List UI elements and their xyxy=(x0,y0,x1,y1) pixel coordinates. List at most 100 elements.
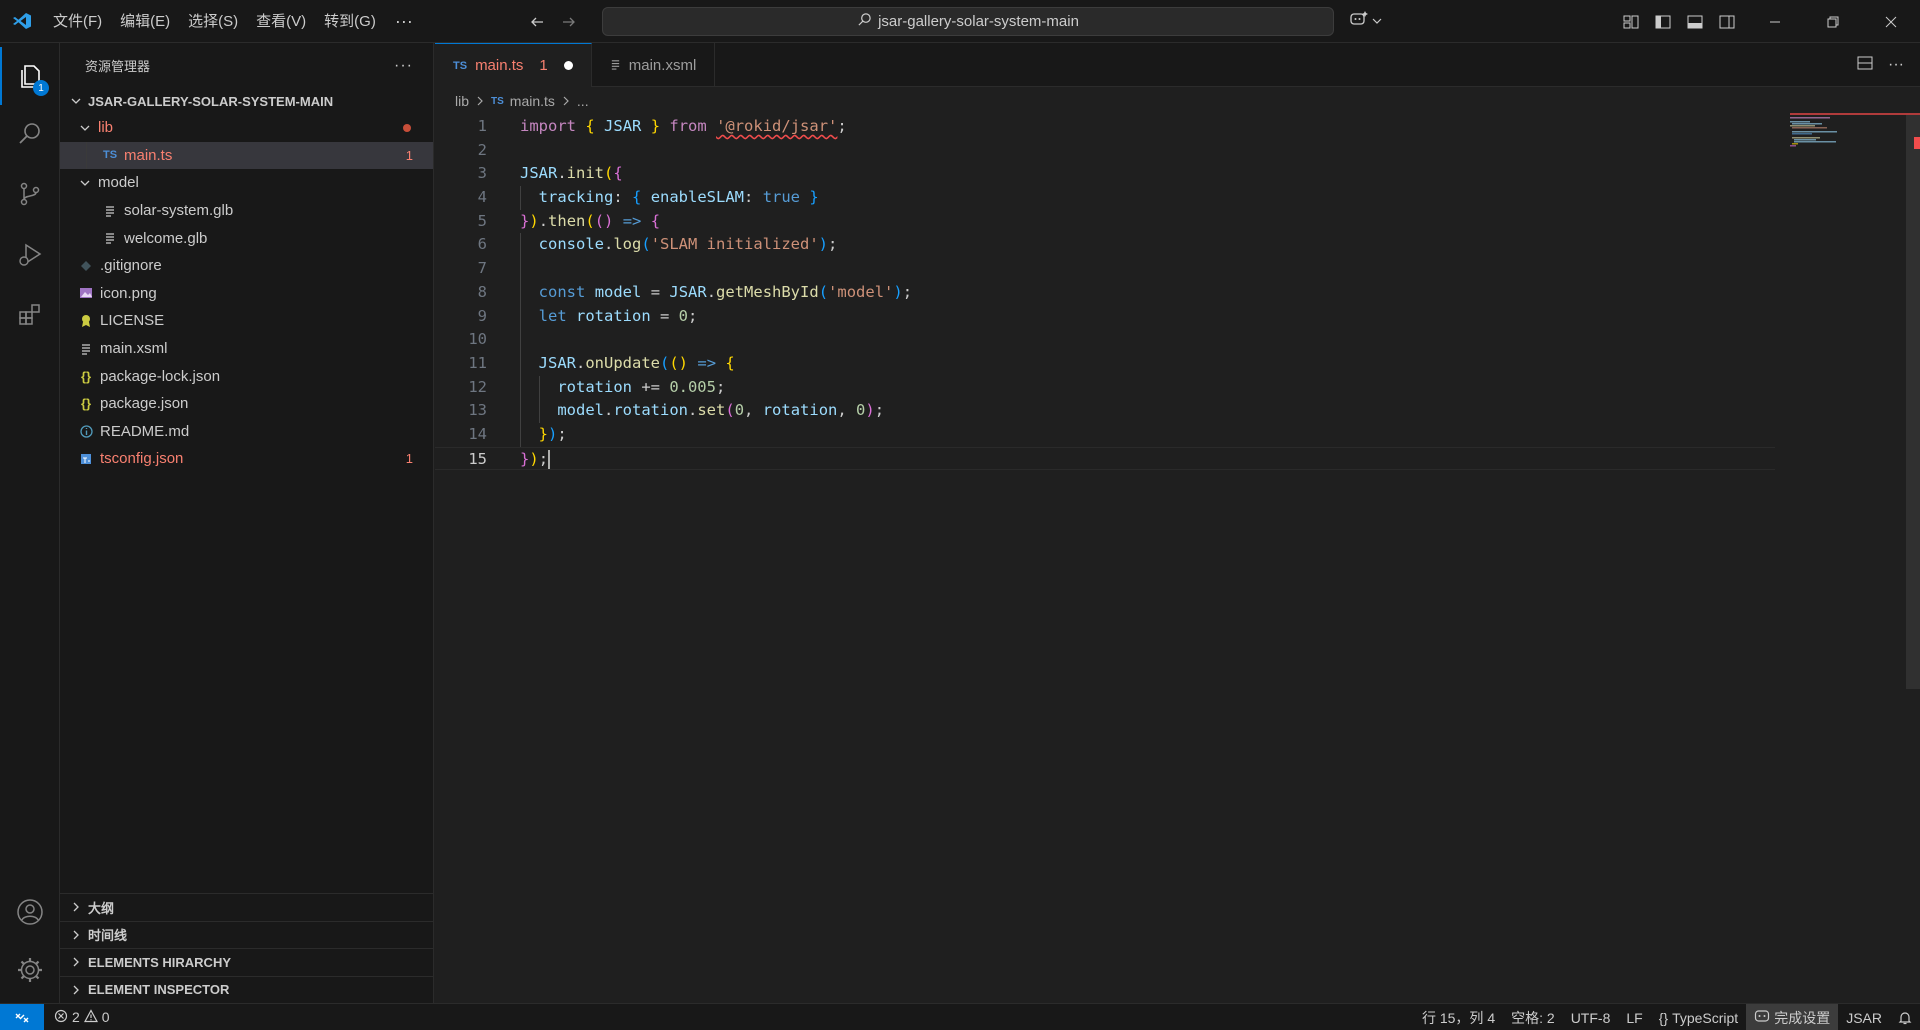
toggle-secondary-sidebar-icon[interactable] xyxy=(1716,11,1738,33)
tree-item-label: model xyxy=(98,174,139,192)
breadcrumb-symbol[interactable]: ... xyxy=(577,93,589,109)
tree-item-lib[interactable]: lib xyxy=(60,114,433,142)
gitignore-icon xyxy=(78,260,94,272)
tree-item-package-json[interactable]: {} package.json xyxy=(60,390,433,418)
typescript-file-icon: TS xyxy=(102,149,118,162)
section-element-inspector[interactable]: ELEMENT INSPECTOR xyxy=(60,975,433,1004)
tree-item-label: .gitignore xyxy=(100,257,162,275)
editor-tabs: TS main.ts 1 main.xsml ··· xyxy=(435,43,1920,87)
scrollbar-error-marker xyxy=(1914,137,1920,149)
toggle-panel-icon[interactable] xyxy=(1684,11,1706,33)
tree-item-package-lock-json[interactable]: {} package-lock.json xyxy=(60,362,433,390)
split-editor-icon[interactable] xyxy=(1856,54,1874,76)
language-label: TypeScript xyxy=(1672,1009,1739,1026)
section-label: ELEMENT INSPECTOR xyxy=(88,982,230,998)
code-line-current: 15}); xyxy=(435,446,1775,471)
indentation[interactable]: 空格: 2 xyxy=(1503,1004,1563,1030)
code-line: 12 rotation += 0.005; xyxy=(435,375,1775,400)
menu-view[interactable]: 查看(V) xyxy=(247,0,315,43)
tab-main-xsml[interactable]: main.xsml xyxy=(592,43,716,87)
tab-main-ts[interactable]: TS main.ts 1 xyxy=(435,43,592,87)
encoding[interactable]: UTF-8 xyxy=(1563,1004,1619,1030)
close-icon[interactable] xyxy=(1862,0,1920,43)
section-outline[interactable]: 大纲 xyxy=(60,893,433,921)
info-icon xyxy=(78,425,94,438)
scrollbar-thumb[interactable] xyxy=(1906,115,1920,689)
explorer-badge: 1 xyxy=(33,80,49,96)
language-mode[interactable]: {} TypeScript xyxy=(1651,1004,1747,1030)
breadcrumb-file[interactable]: main.ts xyxy=(510,93,555,109)
breadcrumb-folder[interactable]: lib xyxy=(455,93,469,109)
line-number: 12 xyxy=(468,377,487,396)
chevron-right-icon xyxy=(66,984,86,996)
line-number: 9 xyxy=(477,306,487,325)
bell-icon[interactable] xyxy=(1890,1004,1920,1030)
tree-item-icon-png[interactable]: icon.png xyxy=(60,280,433,308)
status-bar: 2 0 行 15，列 4 空格: 2 UTF-8 LF {} TypeScrip… xyxy=(0,1003,1920,1030)
activity-bar: 1 xyxy=(0,43,60,1003)
vertical-scrollbar[interactable] xyxy=(1906,115,1920,1003)
copilot-status[interactable]: 完成设置 xyxy=(1746,1004,1839,1030)
menu-file[interactable]: 文件(F) xyxy=(44,0,111,43)
image-icon xyxy=(78,287,94,299)
tree-item-model[interactable]: model xyxy=(60,169,433,197)
workspace-folder-header[interactable]: JSAR-GALLERY-SOLAR-SYSTEM-MAIN xyxy=(60,88,433,114)
section-elements-hierarchy[interactable]: ELEMENTS HIRARCHY xyxy=(60,948,433,976)
gear-icon[interactable] xyxy=(0,941,60,999)
error-icon xyxy=(54,1009,68,1026)
menu-selection[interactable]: 选择(S) xyxy=(179,0,247,43)
search-icon[interactable] xyxy=(0,105,60,163)
menu-go[interactable]: 转到(G) xyxy=(315,0,385,43)
command-center-search[interactable]: jsar-gallery-solar-system-main xyxy=(602,7,1334,36)
sidebar-title: 资源管理器 xyxy=(85,59,151,74)
extensions-icon[interactable] xyxy=(0,285,60,343)
json-icon: {} xyxy=(80,368,92,384)
line-number: 1 xyxy=(477,117,487,135)
toggle-primary-sidebar-icon[interactable] xyxy=(1652,11,1674,33)
code-line: 11 JSAR.onUpdate(() => { xyxy=(435,351,1775,376)
tree-item-main-ts[interactable]: TS main.ts 1 xyxy=(60,141,433,170)
section-timeline[interactable]: 时间线 xyxy=(60,920,433,949)
chevron-right-icon xyxy=(66,929,86,941)
minimap[interactable] xyxy=(1790,115,1890,175)
code-line: 2 xyxy=(435,139,1775,163)
menu-edit[interactable]: 编辑(E) xyxy=(111,0,179,43)
tab-label: main.xsml xyxy=(628,56,697,74)
tree-item-tsconfig-json[interactable]: tsconfig.json 1 xyxy=(60,445,433,473)
minimize-icon[interactable] xyxy=(1746,0,1804,43)
file-lines-icon xyxy=(102,232,118,244)
section-label: 大纲 xyxy=(88,900,115,916)
customize-layout-icon[interactable] xyxy=(1620,11,1642,33)
tree-item-welcome-glb[interactable]: welcome.glb xyxy=(60,224,433,252)
menu-more-button[interactable]: ··· xyxy=(385,11,423,32)
restore-icon[interactable] xyxy=(1804,0,1862,43)
account-icon[interactable] xyxy=(0,883,60,941)
tree-item-solar-system-glb[interactable]: solar-system.glb xyxy=(60,197,433,225)
explorer-icon[interactable]: 1 xyxy=(0,47,60,105)
tree-item-readme-md[interactable]: README.md xyxy=(60,418,433,446)
jsar-extension-status[interactable]: JSAR xyxy=(1838,1004,1890,1030)
line-number: 3 xyxy=(477,164,487,183)
end-of-line[interactable]: LF xyxy=(1618,1004,1650,1030)
code-line: 7 xyxy=(435,257,1775,281)
tree-item-main-xsml[interactable]: main.xsml xyxy=(60,335,433,363)
more-actions-icon[interactable]: ··· xyxy=(1888,56,1904,74)
sidebar-more-button[interactable]: ··· xyxy=(394,57,413,75)
code-editor[interactable]: 1 import { JSAR } from '@rokid/jsar'; 2 3… xyxy=(435,115,1775,471)
unsaved-dot-icon[interactable] xyxy=(563,61,573,70)
sidebar-header: 资源管理器 ··· xyxy=(60,43,433,88)
code-line: 14 }); xyxy=(435,422,1775,447)
forward-arrow-icon[interactable] xyxy=(560,13,578,31)
tree-item-license[interactable]: LICENSE xyxy=(60,307,433,335)
remote-indicator-icon[interactable] xyxy=(0,1003,44,1030)
tree-item-label: icon.png xyxy=(100,284,157,302)
chevron-down-icon xyxy=(66,95,86,107)
tree-item-gitignore[interactable]: .gitignore xyxy=(60,252,433,280)
cursor-position[interactable]: 行 15，列 4 xyxy=(1414,1004,1503,1030)
back-arrow-icon[interactable] xyxy=(528,13,546,31)
copilot-button[interactable] xyxy=(1349,9,1382,33)
source-control-icon[interactable] xyxy=(0,165,60,223)
problems-indicator[interactable]: 2 0 xyxy=(44,1008,110,1026)
code-line: 9 let rotation = 0; xyxy=(435,304,1775,329)
run-debug-icon[interactable] xyxy=(0,225,60,283)
